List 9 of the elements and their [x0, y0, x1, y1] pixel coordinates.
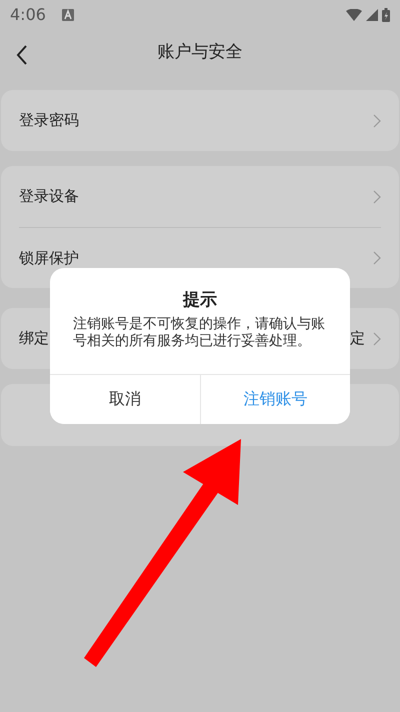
row-label: 锁屏保护 [19, 248, 79, 269]
status-time: 4:06 [10, 4, 46, 26]
dialog-title: 提示 [182, 289, 218, 312]
row-label: 绑定 [19, 328, 49, 350]
dialog-message: 注销账号是不可恢复的操作，请确认与账号相关的所有服务均已进行妥善处理。 [73, 316, 326, 350]
row-value: 定 [350, 328, 365, 350]
page-title: 账户与安全 [158, 40, 242, 64]
row-label: 登录设备 [19, 186, 79, 208]
row-label: 登录密码 [19, 110, 79, 132]
